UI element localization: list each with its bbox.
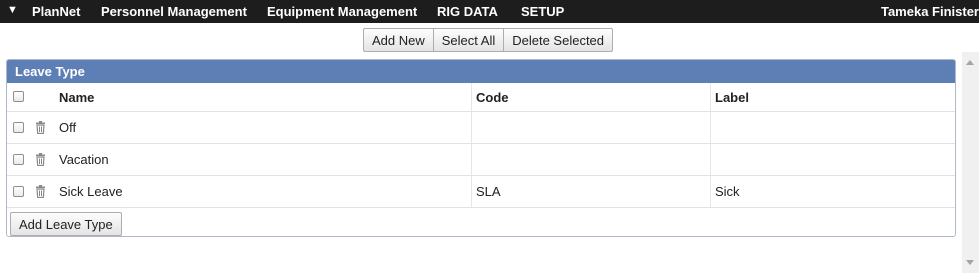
panel-footer: Add Leave Type bbox=[7, 208, 955, 240]
cell-code bbox=[471, 111, 711, 144]
cell-code bbox=[471, 143, 711, 176]
nav-item-setup[interactable]: SETUP bbox=[521, 4, 564, 19]
table-row[interactable]: Vacation bbox=[7, 143, 955, 176]
leave-type-table: Name Code Label Off Vacation Sick Leave … bbox=[7, 83, 955, 208]
vertical-scrollbar[interactable] bbox=[962, 52, 979, 273]
nav-item-rig-data[interactable]: RIG DATA bbox=[437, 4, 498, 19]
select-all-checkbox[interactable] bbox=[13, 91, 24, 102]
user-name[interactable]: Tameka Finister bbox=[881, 4, 979, 19]
toolbar: Add New Select All Delete Selected bbox=[363, 28, 614, 52]
trash-icon[interactable] bbox=[35, 184, 46, 198]
cell-name: Vacation bbox=[55, 143, 472, 176]
select-all-button[interactable]: Select All bbox=[432, 28, 505, 52]
table-row[interactable]: Sick Leave SLA Sick bbox=[7, 175, 955, 208]
menu-chevron-down-icon[interactable]: ▼ bbox=[7, 4, 18, 16]
cell-label bbox=[710, 111, 955, 144]
row-checkbox[interactable] bbox=[13, 121, 24, 133]
cell-name: Off bbox=[55, 111, 472, 144]
trash-icon[interactable] bbox=[35, 152, 46, 166]
row-checkbox[interactable] bbox=[13, 185, 24, 197]
add-new-button[interactable]: Add New bbox=[363, 28, 434, 52]
table-row[interactable]: Off bbox=[7, 111, 955, 144]
row-checkbox[interactable] bbox=[13, 153, 24, 165]
select-all-column bbox=[7, 83, 55, 112]
scroll-up-arrow-icon[interactable] bbox=[966, 60, 974, 65]
table-header-row: Name Code Label bbox=[7, 83, 955, 112]
column-header-label[interactable]: Label bbox=[710, 83, 955, 112]
scroll-down-arrow-icon[interactable] bbox=[966, 260, 974, 265]
nav-item-equipment-management[interactable]: Equipment Management bbox=[267, 4, 417, 19]
delete-selected-button[interactable]: Delete Selected bbox=[503, 28, 614, 52]
row-select-cell bbox=[7, 111, 55, 144]
column-header-name[interactable]: Name bbox=[55, 83, 472, 112]
nav-item-personnel-management[interactable]: Personnel Management bbox=[101, 4, 247, 19]
panel-title: Leave Type bbox=[7, 60, 955, 83]
cell-label bbox=[710, 143, 955, 176]
row-select-cell bbox=[7, 175, 55, 208]
add-leave-type-button[interactable]: Add Leave Type bbox=[10, 212, 122, 236]
leave-type-panel: Leave Type Name Code Label Off Vacation … bbox=[6, 59, 956, 237]
nav-item-plannet[interactable]: PlanNet bbox=[32, 4, 80, 19]
top-nav-bar: ▼ PlanNet Personnel Management Equipment… bbox=[0, 0, 979, 23]
cell-name: Sick Leave bbox=[55, 175, 472, 208]
row-select-cell bbox=[7, 143, 55, 176]
cell-code: SLA bbox=[471, 175, 711, 208]
cell-label: Sick bbox=[710, 175, 955, 208]
trash-icon[interactable] bbox=[35, 120, 46, 134]
column-header-code[interactable]: Code bbox=[471, 83, 711, 112]
